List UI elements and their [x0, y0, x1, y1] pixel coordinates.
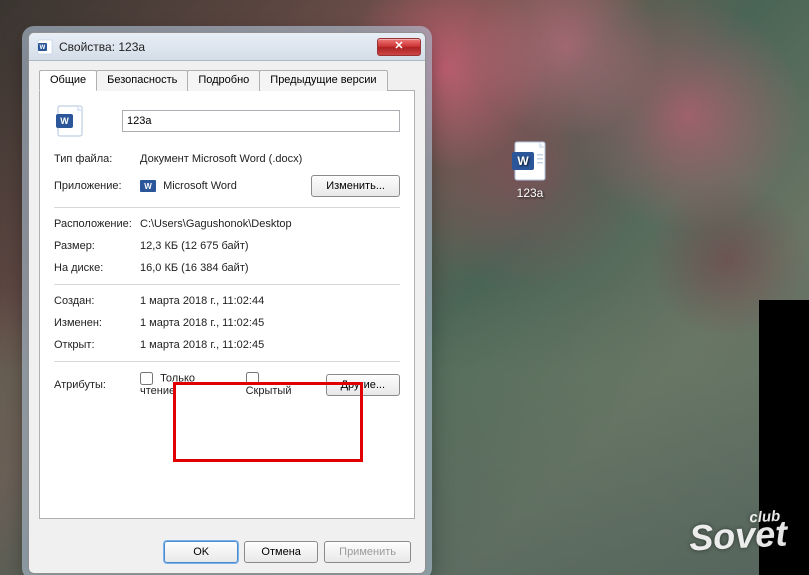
desktop-icon-label: 123a [492, 186, 568, 200]
attributes-label: Атрибуты: [54, 379, 140, 391]
advanced-attributes-button[interactable]: Другие... [326, 374, 400, 396]
word-icon: W [54, 105, 86, 137]
svg-text:W: W [40, 45, 46, 51]
size-on-disk-label: На диске: [54, 262, 140, 274]
file-type-label: Тип файла: [54, 153, 140, 165]
file-type-value: Документ Microsoft Word (.docx) [140, 153, 400, 165]
tab-panel-general: W Тип файла: Документ Microsoft Word (.d… [39, 91, 415, 519]
word-icon: W [509, 140, 551, 182]
desktop-file-icon[interactable]: W 123a [492, 140, 568, 200]
close-button[interactable]: ✕ [377, 38, 421, 56]
size-label: Размер: [54, 240, 140, 252]
titlebar[interactable]: W Свойства: 123a ✕ [29, 33, 425, 61]
tab-previous-versions[interactable]: Предыдущие версии [259, 70, 387, 91]
close-icon: ✕ [394, 40, 403, 52]
change-app-button[interactable]: Изменить... [311, 175, 400, 197]
cancel-button[interactable]: Отмена [244, 541, 318, 563]
dialog-footer: OK Отмена Применить [164, 541, 411, 563]
readonly-checkbox[interactable] [140, 372, 153, 385]
svg-text:W: W [60, 116, 69, 126]
modified-label: Изменен: [54, 317, 140, 329]
readonly-label[interactable]: Только чтение [140, 372, 228, 397]
watermark: club Sovet [688, 507, 788, 559]
hidden-label[interactable]: Скрытый [246, 372, 308, 397]
tab-bar: Общие Безопасность Подробно Предыдущие в… [39, 69, 415, 91]
hidden-checkbox[interactable] [246, 372, 259, 385]
accessed-label: Открыт: [54, 339, 140, 351]
word-icon: W [37, 39, 53, 55]
tab-details[interactable]: Подробно [187, 70, 260, 91]
apply-button[interactable]: Применить [324, 541, 411, 563]
size-value: 12,3 КБ (12 675 байт) [140, 240, 400, 252]
application-label: Приложение: [54, 180, 140, 192]
word-icon: W [140, 178, 156, 194]
properties-dialog: W Свойства: 123a ✕ Общие Безопасность По… [28, 32, 426, 574]
size-on-disk-value: 16,0 КБ (16 384 байт) [140, 262, 400, 274]
modified-value: 1 марта 2018 г., 11:02:45 [140, 317, 400, 329]
created-label: Создан: [54, 295, 140, 307]
tab-security[interactable]: Безопасность [96, 70, 188, 91]
svg-text:W: W [517, 154, 529, 168]
ok-button[interactable]: OK [164, 541, 238, 563]
accessed-value: 1 марта 2018 г., 11:02:45 [140, 339, 400, 351]
window-title: Свойства: 123a [59, 40, 377, 54]
created-value: 1 марта 2018 г., 11:02:44 [140, 295, 400, 307]
filename-input[interactable] [122, 110, 400, 132]
location-value: C:\Users\Gagushonok\Desktop [140, 218, 400, 230]
svg-text:W: W [144, 182, 152, 191]
application-value: W Microsoft Word [140, 178, 311, 194]
tab-general[interactable]: Общие [39, 70, 97, 91]
location-label: Расположение: [54, 218, 140, 230]
